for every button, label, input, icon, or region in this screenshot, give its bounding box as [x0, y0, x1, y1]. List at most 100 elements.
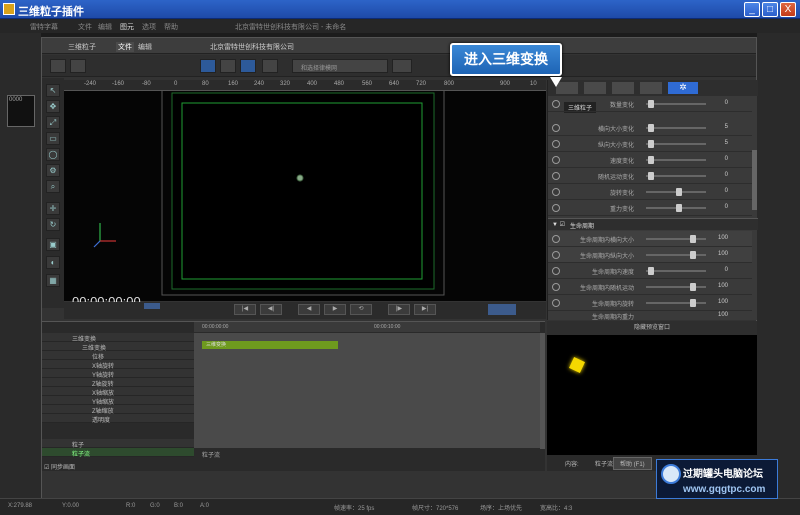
camera-icon[interactable]: ▣	[46, 238, 60, 251]
track-row[interactable]: 三维变换	[42, 333, 194, 343]
keyframe-icon[interactable]	[552, 172, 560, 180]
view-icon-1[interactable]	[200, 59, 216, 73]
slider-knob[interactable]	[648, 140, 654, 148]
track-row[interactable]: X轴缩放	[42, 387, 194, 397]
sync-checkbox[interactable]: ☑ 同步画面	[44, 462, 75, 471]
track-row[interactable]: Y轴旋转	[42, 369, 194, 379]
keyframe-icon[interactable]	[552, 100, 560, 108]
slider-knob[interactable]	[690, 235, 696, 243]
move-icon[interactable]: ✥	[46, 100, 60, 113]
select-arrow-icon[interactable]: ↖	[46, 84, 60, 97]
slider-knob[interactable]	[648, 156, 654, 164]
slider-knob[interactable]	[648, 100, 654, 108]
menu-file[interactable]: 文件	[78, 22, 92, 32]
zoom-icon[interactable]: ⌕	[46, 180, 60, 193]
slider-knob[interactable]	[690, 283, 696, 291]
tab-particle-icon[interactable]: ✲	[668, 82, 698, 94]
loop-button[interactable]: ⟲	[350, 304, 372, 315]
pan-icon[interactable]: ✛	[46, 202, 60, 215]
menu-help[interactable]: 帮助	[164, 22, 178, 32]
menu-options[interactable]: 选项	[142, 22, 156, 32]
next-frame-button[interactable]: |▶	[388, 304, 410, 315]
axis-z	[93, 240, 101, 248]
ellipse-icon[interactable]: ◯	[46, 148, 60, 161]
track-row[interactable]: 位移	[42, 351, 194, 361]
emitter-point[interactable]	[296, 174, 304, 182]
zoom-toggle[interactable]	[488, 304, 516, 315]
slider-knob[interactable]	[676, 188, 682, 196]
track-row[interactable]: Y轴缩放	[42, 396, 194, 406]
goto-start-button[interactable]: |◀	[234, 304, 256, 315]
goto-end-button[interactable]: ▶|	[414, 304, 436, 315]
slider-knob[interactable]	[648, 124, 654, 132]
menu-element[interactable]: 图元	[120, 22, 134, 32]
keyframe-icon[interactable]	[552, 204, 560, 212]
keyframe-icon[interactable]	[552, 124, 560, 132]
keyframe-icon[interactable]	[552, 283, 560, 291]
plugin-title: 三维粒子	[68, 44, 96, 51]
rect-icon[interactable]: ▭	[46, 132, 60, 145]
timeline-scrollbar[interactable]	[540, 333, 545, 449]
keyframe-icon[interactable]	[552, 267, 560, 275]
slider-knob[interactable]	[648, 267, 654, 275]
keyframe-icon[interactable]	[552, 235, 560, 243]
track-row[interactable]: 透明度	[42, 414, 194, 424]
3d-viewport[interactable]	[64, 88, 546, 301]
track-row[interactable]: 粒子流	[42, 448, 194, 458]
watermark-logo-icon	[661, 464, 681, 484]
track-row[interactable]: Z轴旋转	[42, 378, 194, 388]
keyframe-icon[interactable]	[552, 156, 560, 164]
timeline-ruler: 00:00:00:00 00:00:10:00	[194, 322, 540, 332]
maximize-button[interactable]: □	[762, 2, 778, 17]
tab-file[interactable]: 文件	[116, 42, 134, 52]
slider-knob[interactable]	[648, 172, 654, 180]
track-row[interactable]: X轴旋转	[42, 360, 194, 370]
color-swatch[interactable]	[392, 59, 412, 73]
prop-row: 生命周期内随机运动 100	[548, 279, 752, 295]
track-row[interactable]: 三维变换	[42, 342, 194, 352]
slider-knob[interactable]	[676, 204, 682, 212]
prev-frame-button[interactable]: ◀|	[260, 304, 282, 315]
tab-edit[interactable]: 编辑	[138, 42, 152, 52]
track-row[interactable]: 粒子	[42, 439, 194, 449]
menu-app[interactable]: 雷特字幕	[30, 22, 58, 32]
view-icon-4[interactable]	[262, 59, 278, 73]
gear-icon[interactable]: ⚙	[46, 164, 60, 177]
prop-row: 生命周期内横向大小 100	[548, 231, 752, 247]
menu-edit[interactable]: 编辑	[98, 22, 112, 32]
preview-header[interactable]: 隐藏预览窗口	[547, 321, 757, 335]
timeline-tracks[interactable]	[194, 333, 540, 448]
undo-icon[interactable]	[50, 59, 66, 73]
timeline-clip[interactable]: 三维变换	[202, 341, 338, 349]
view-icon-3[interactable]	[240, 59, 256, 73]
thumbnail[interactable]: 0000	[7, 95, 35, 127]
play-back-button[interactable]: ◀	[298, 304, 320, 315]
grid-icon[interactable]: ▦	[46, 274, 60, 287]
keyframe-icon[interactable]	[552, 140, 560, 148]
prop-row: 生命周期内纵向大小 100	[548, 247, 752, 263]
track-row[interactable]: Z轴缩放	[42, 405, 194, 415]
mode-dropdown[interactable]: 和选择律模网	[292, 59, 388, 73]
redo-icon[interactable]	[70, 59, 86, 73]
slider-knob[interactable]	[690, 299, 696, 307]
view-icon-2[interactable]	[220, 59, 236, 73]
slider-knob[interactable]	[690, 251, 696, 259]
tab-target-icon[interactable]	[612, 82, 634, 94]
rotate-icon[interactable]: ↻	[46, 218, 60, 231]
props-scrollbar[interactable]	[752, 150, 757, 210]
close-button[interactable]: X	[780, 2, 796, 17]
help-button[interactable]: 帮助 (F1)	[613, 457, 652, 470]
tab-settings-icon[interactable]	[584, 82, 606, 94]
section-lifecycle-title: 生命周期	[570, 224, 595, 230]
minimize-button[interactable]: _	[744, 2, 760, 17]
light-icon[interactable]: ◐	[46, 256, 60, 269]
scale-icon[interactable]: ⤢	[46, 116, 60, 129]
play-button[interactable]: ▶	[324, 304, 346, 315]
keyframe-icon[interactable]	[552, 188, 560, 196]
timeline-panel: 00:00:00:00 00:00:10:00 三维变换 三维变换 三维变换 位…	[42, 321, 545, 471]
keyframe-icon[interactable]	[552, 299, 560, 307]
keyframe-icon[interactable]	[552, 251, 560, 259]
view-toggle[interactable]	[144, 303, 160, 309]
tab-move-icon[interactable]	[640, 82, 662, 94]
outer-menubar: 雷特字幕 文件 编辑 图元 选项 帮助 北京雷特世创科技有限公司 - 未命名	[0, 19, 800, 33]
